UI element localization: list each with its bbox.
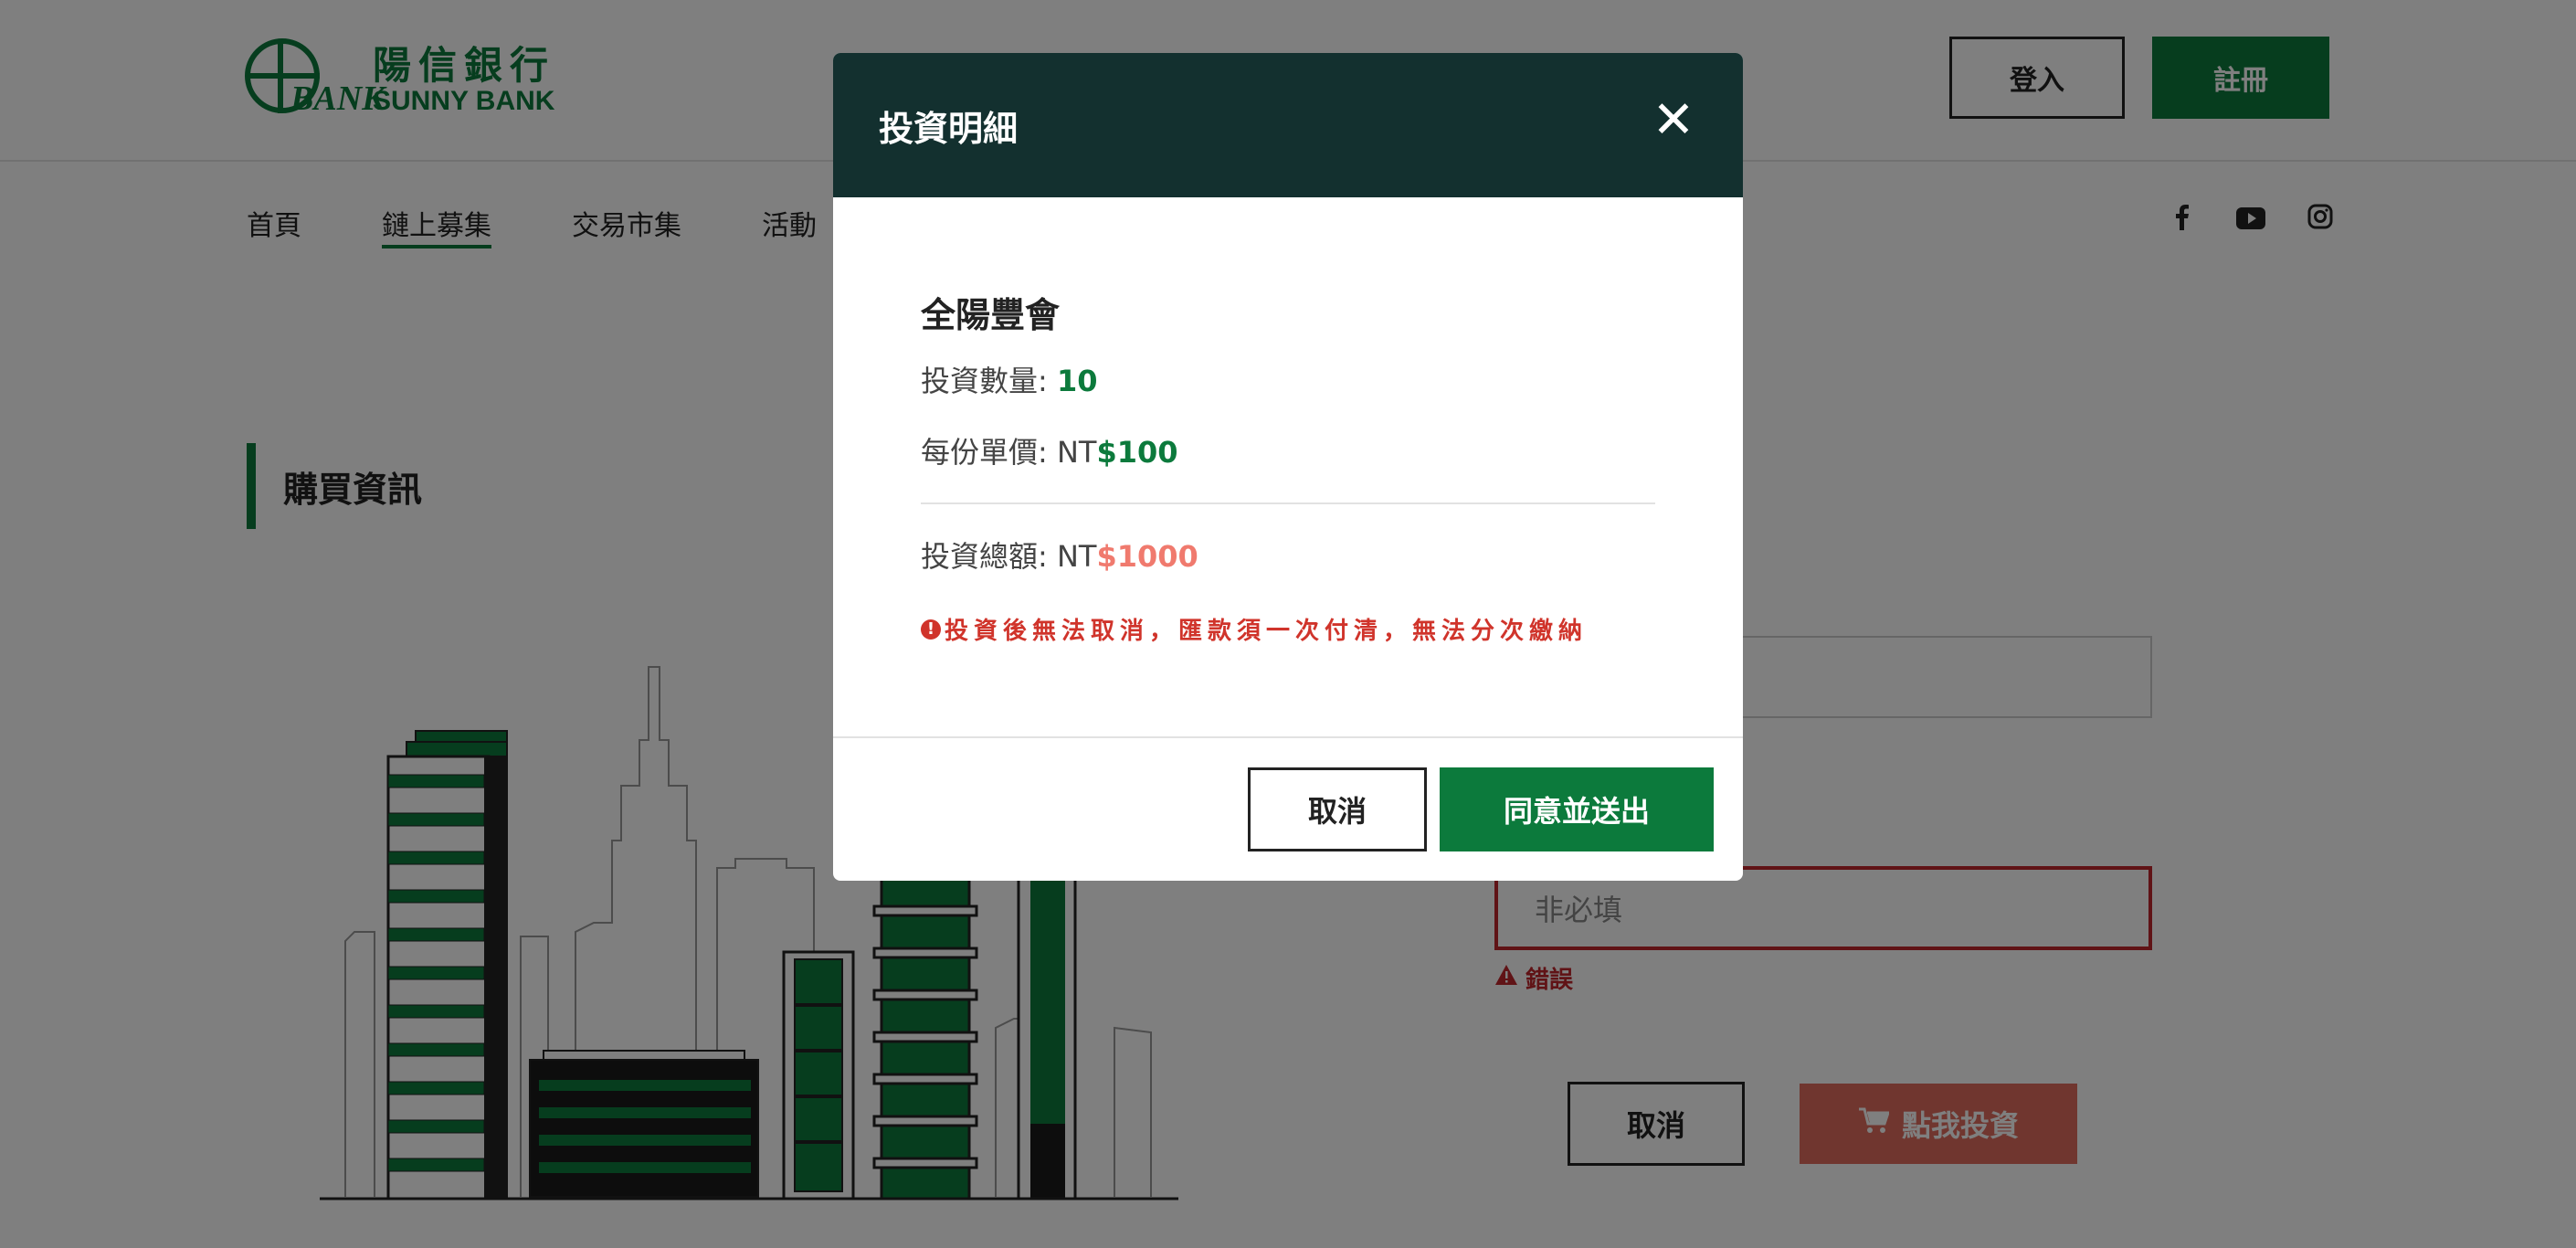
- unit-price-label: 每份單價: NT: [921, 435, 1097, 470]
- unit-price-row: 每份單價: NT$100: [921, 429, 1178, 471]
- unit-price-value: $100: [1096, 435, 1178, 470]
- modal-header: 投資明細 ✕: [833, 53, 1743, 197]
- quantity-value: 10: [1056, 364, 1098, 398]
- quantity-label: 投資數量:: [921, 364, 1057, 398]
- close-icon[interactable]: ✕: [1646, 93, 1701, 148]
- page: BANK 陽信銀行 SUNNY BANK 登入 註冊 首頁 鏈上募集 交易市集 …: [0, 0, 2576, 1248]
- investment-warning: ! 投資後無法取消，匯款須一次付清，無法分次繳納: [921, 612, 1588, 646]
- agree-and-submit-button[interactable]: 同意並送出: [1440, 767, 1714, 851]
- quantity-row: 投資數量: 10: [921, 358, 1098, 400]
- warning-text: 投資後無法取消，匯款須一次付清，無法分次繳納: [945, 618, 1589, 645]
- investment-details-modal: 投資明細 ✕ 全陽豐會 投資數量: 10 每份單價: NT$100 投資總額: …: [833, 53, 1743, 881]
- modal-title: 投資明細: [879, 108, 1019, 149]
- modal-footer-divider: [833, 736, 1743, 738]
- modal-divider: [921, 502, 1655, 504]
- modal-cancel-button[interactable]: 取消: [1248, 767, 1427, 851]
- investment-item-name: 全陽豐會: [921, 295, 1061, 335]
- total-value: $1000: [1096, 539, 1198, 574]
- exclamation-circle-icon: !: [921, 619, 941, 640]
- total-row: 投資總額: NT$1000: [921, 534, 1198, 576]
- total-label: 投資總額: NT: [921, 539, 1097, 574]
